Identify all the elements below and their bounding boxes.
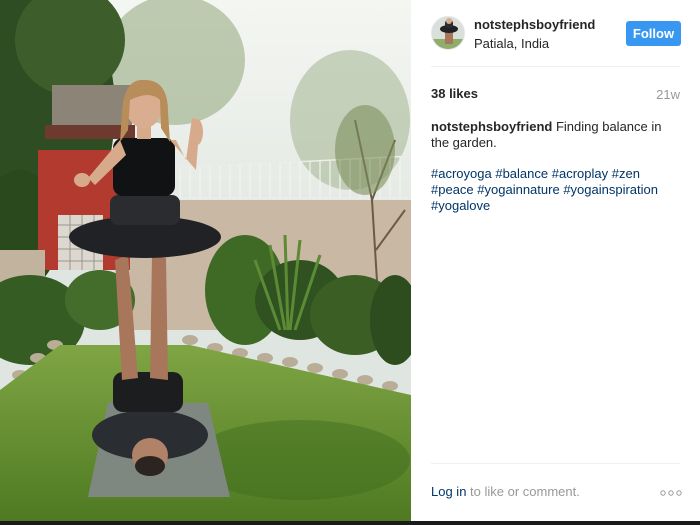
hashtag-link[interactable]: #peace: [431, 182, 474, 197]
hashtag-list: #acroyoga #balance #acroplay #zen #peace…: [431, 166, 686, 214]
hashtag-link[interactable]: #acroyoga: [431, 166, 492, 181]
hashtag-link[interactable]: #yogalove: [431, 198, 490, 213]
hashtag-link[interactable]: #yogainspiration: [563, 182, 658, 197]
footer-divider: [431, 463, 680, 464]
avatar[interactable]: [431, 16, 465, 50]
hashtag-link[interactable]: #balance: [495, 166, 548, 181]
post-photo[interactable]: [0, 0, 411, 521]
ellipsis-icon[interactable]: [660, 486, 682, 496]
post-location[interactable]: Patiala, India: [474, 36, 549, 51]
post-caption: notstephsboyfriend Finding balance in th…: [431, 119, 683, 151]
post-details-panel: notstephsboyfriend Patiala, India Follow…: [411, 0, 700, 521]
follow-button[interactable]: Follow: [626, 21, 681, 46]
hashtag-link[interactable]: #zen: [612, 166, 640, 181]
login-link[interactable]: Log in: [431, 484, 466, 499]
hashtag-link[interactable]: #acroplay: [552, 166, 608, 181]
header-divider: [431, 66, 680, 67]
post-timestamp[interactable]: 21w: [656, 87, 680, 102]
post-footer: Log in to like or comment.: [431, 484, 682, 502]
post-header: notstephsboyfriend Patiala, India Follow: [411, 0, 700, 66]
hashtag-link[interactable]: #yogainnature: [477, 182, 559, 197]
bottom-strip: [0, 521, 700, 525]
avatar-image: [432, 17, 464, 49]
caption-username[interactable]: notstephsboyfriend: [431, 119, 552, 134]
login-prompt-text: to like or comment.: [470, 484, 580, 499]
likes-count[interactable]: 38 likes: [431, 86, 478, 101]
post-username[interactable]: notstephsboyfriend: [474, 17, 595, 32]
